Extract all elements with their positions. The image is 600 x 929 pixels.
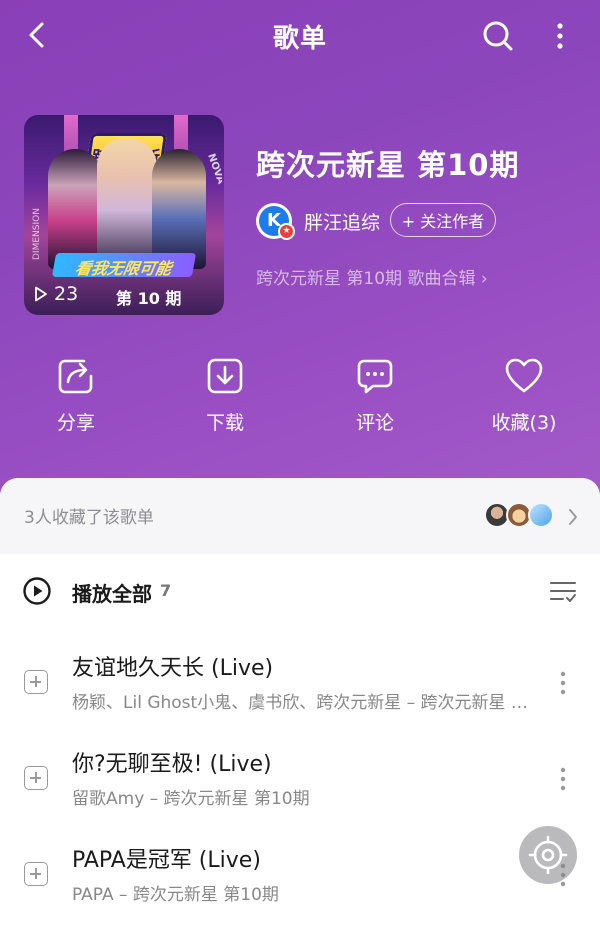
chevron-right-icon (569, 509, 577, 525)
song-artist-album: 杨颖、Lil Ghost小鬼、虞书欣、跨次元新星 – 跨次元新星 第10期 (72, 693, 532, 713)
author-name[interactable]: 胖汪追综 (304, 208, 380, 235)
song-title: 你?无聊至极! (Live) (72, 752, 272, 777)
playlist-title: 跨次元新星 第10期 (256, 148, 520, 182)
svg-text:DIMENSION: DIMENSION (32, 208, 42, 260)
song-title: PAPA是冠军 (Live) (72, 848, 261, 873)
comment-button[interactable]: 评论 (315, 356, 435, 435)
song-more-icon[interactable] (556, 668, 570, 698)
target-icon (528, 835, 568, 875)
list-item[interactable]: PAPA是冠军 (Live) PAPA – 跨次元新星 第10期 (0, 830, 600, 926)
add-to-playlist-icon[interactable] (24, 670, 48, 694)
playlist-subtitle[interactable]: 跨次元新星 第10期 歌曲合辑 › (256, 264, 488, 289)
song-list: 友谊地久天长 (Live) 杨颖、Lil Ghost小鬼、虞书欣、跨次元新星 –… (0, 638, 600, 926)
collector-avatars (484, 502, 558, 530)
play-all-label[interactable]: 播放全部 (72, 578, 152, 607)
cover-banner: 看我无限可能 (51, 253, 197, 278)
download-button[interactable]: 下载 (165, 356, 285, 435)
playlist-cover[interactable]: 跨次元新星 DIMENSION NOVA 看我无限可能 23 第 10 期 (24, 115, 224, 315)
top-bar: 歌单 (0, 0, 600, 72)
comment-icon (357, 359, 393, 394)
action-bar: 分享 下载 评论 收藏(3) (0, 356, 600, 446)
play-icon (35, 286, 47, 302)
verified-badge-icon: ★ (278, 223, 295, 240)
add-to-playlist-icon[interactable] (24, 766, 48, 790)
multi-select-icon[interactable] (548, 576, 578, 606)
cover-person (48, 149, 102, 269)
avatar (528, 502, 554, 528)
song-list-panel: 3人收藏了该歌单 播放全部 7 友谊地久天长 (Live) 杨颖、Lil Gho… (0, 478, 600, 929)
play-count: 23 (34, 283, 78, 305)
heart-icon (505, 358, 543, 393)
favorite-button[interactable]: 收藏(3) (464, 356, 584, 435)
play-all-row[interactable]: 播放全部 7 (0, 572, 600, 616)
svg-text:NOVA: NOVA (205, 152, 222, 186)
cover-person (97, 139, 157, 269)
collectors-bar[interactable]: 3人收藏了该歌单 (0, 478, 600, 554)
song-count: 7 (160, 581, 172, 600)
list-item[interactable]: 友谊地久天长 (Live) 杨颖、Lil Ghost小鬼、虞书欣、跨次元新星 –… (0, 638, 600, 734)
play-circle-icon[interactable] (22, 576, 52, 606)
cover-side-text-left: DIMENSION (32, 208, 42, 260)
collectors-text: 3人收藏了该歌单 (24, 508, 154, 528)
song-artist-album: PAPA – 跨次元新星 第10期 (72, 885, 279, 905)
follow-author-button[interactable]: + 关注作者 (390, 203, 496, 237)
search-icon[interactable] (480, 18, 516, 54)
share-button[interactable]: 分享 (16, 356, 136, 435)
song-title: 友谊地久天长 (Live) (72, 656, 274, 681)
song-more-icon[interactable] (556, 764, 570, 794)
share-icon (58, 359, 93, 394)
author-avatar[interactable]: K ★ (256, 203, 295, 240)
cover-issue-label: 第 10 期 (116, 289, 182, 308)
add-to-playlist-icon[interactable] (24, 862, 48, 886)
song-artist-album: 留歌Amy – 跨次元新星 第10期 (72, 789, 310, 809)
cover-person (152, 149, 206, 269)
more-options-icon[interactable] (548, 18, 572, 54)
floating-assistant-button[interactable] (519, 826, 577, 884)
list-item[interactable]: 你?无聊至极! (Live) 留歌Amy – 跨次元新星 第10期 (0, 734, 600, 830)
download-icon (207, 358, 243, 394)
